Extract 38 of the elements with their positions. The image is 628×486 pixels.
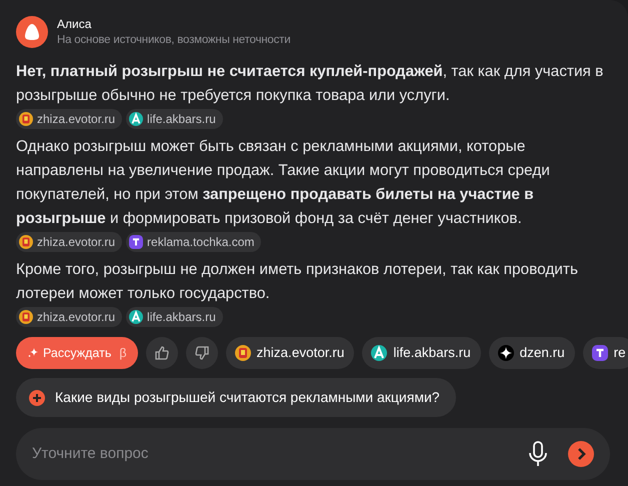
microphone-icon[interactable] <box>528 440 548 468</box>
source-chip[interactable]: dzen.ru <box>488 337 575 369</box>
site-logo-icon <box>19 112 33 126</box>
like-button[interactable] <box>146 337 178 369</box>
suggested-question[interactable]: Какие виды розыгрышей считаются рекламными акциями? <box>16 378 456 417</box>
beta-mark: β <box>119 344 127 362</box>
assistant-name: Алиса <box>57 16 92 32</box>
source-chip[interactable]: life.akbars.ru <box>362 337 481 369</box>
letter-logo-icon <box>129 235 144 249</box>
source-link[interactable]: life.akbars.ru <box>126 109 223 129</box>
thumbs-down-icon <box>194 345 210 361</box>
letter-logo-icon <box>129 310 144 324</box>
source-link[interactable]: zhiza.evotor.ru <box>16 109 122 129</box>
assistant-avatar-icon <box>16 16 48 48</box>
answer-paragraph: Кроме того, розыгрыш не должен иметь признаков лотереи, так как проводить лотереи может только государство. <box>16 260 579 304</box>
sparkle-icon <box>27 347 39 359</box>
plus-icon <box>29 390 45 406</box>
letter-logo-icon <box>371 345 388 361</box>
site-logo-icon <box>19 310 33 324</box>
site-logo-icon <box>234 345 251 361</box>
question-field[interactable]: Уточните вопрос <box>16 428 610 480</box>
source-link[interactable]: zhiza.evotor.ru <box>16 307 122 327</box>
answer-paragraph: Однако розыгрыш может быть связан с рекламными акциями, которые направлены на увеличение продаж. Такие акции могут проводиться среди покупателей, но при этом запрещено продавать билеты на участие в розыгрыше и формировать призовой фонд за счёт денег участников. <box>16 137 551 229</box>
source-link[interactable]: reklama.tochka.com <box>126 232 262 252</box>
source-chip[interactable]: zhiza.evotor.ru <box>226 337 354 369</box>
source-link[interactable]: zhiza.evotor.ru <box>16 232 122 252</box>
disclaimer-text: На основе источников, возможны неточности <box>57 33 290 48</box>
source-chip[interactable]: re <box>582 337 628 369</box>
answer-paragraph: Нет, платный розыгрыш не считается куплей-продажей, так как для участия в розыгрыше обычно не требуется покупка товара или услуги. <box>16 62 604 106</box>
question-input[interactable]: Уточните вопрос <box>32 442 528 466</box>
site-logo-icon <box>19 235 33 249</box>
letter-logo-icon <box>592 345 608 361</box>
star-logo-icon <box>498 345 514 361</box>
source-link[interactable]: life.akbars.ru <box>126 307 223 327</box>
send-button-icon[interactable] <box>568 441 594 467</box>
thumbs-up-icon <box>154 345 170 361</box>
letter-logo-icon <box>129 112 144 126</box>
dislike-button[interactable] <box>186 337 218 369</box>
